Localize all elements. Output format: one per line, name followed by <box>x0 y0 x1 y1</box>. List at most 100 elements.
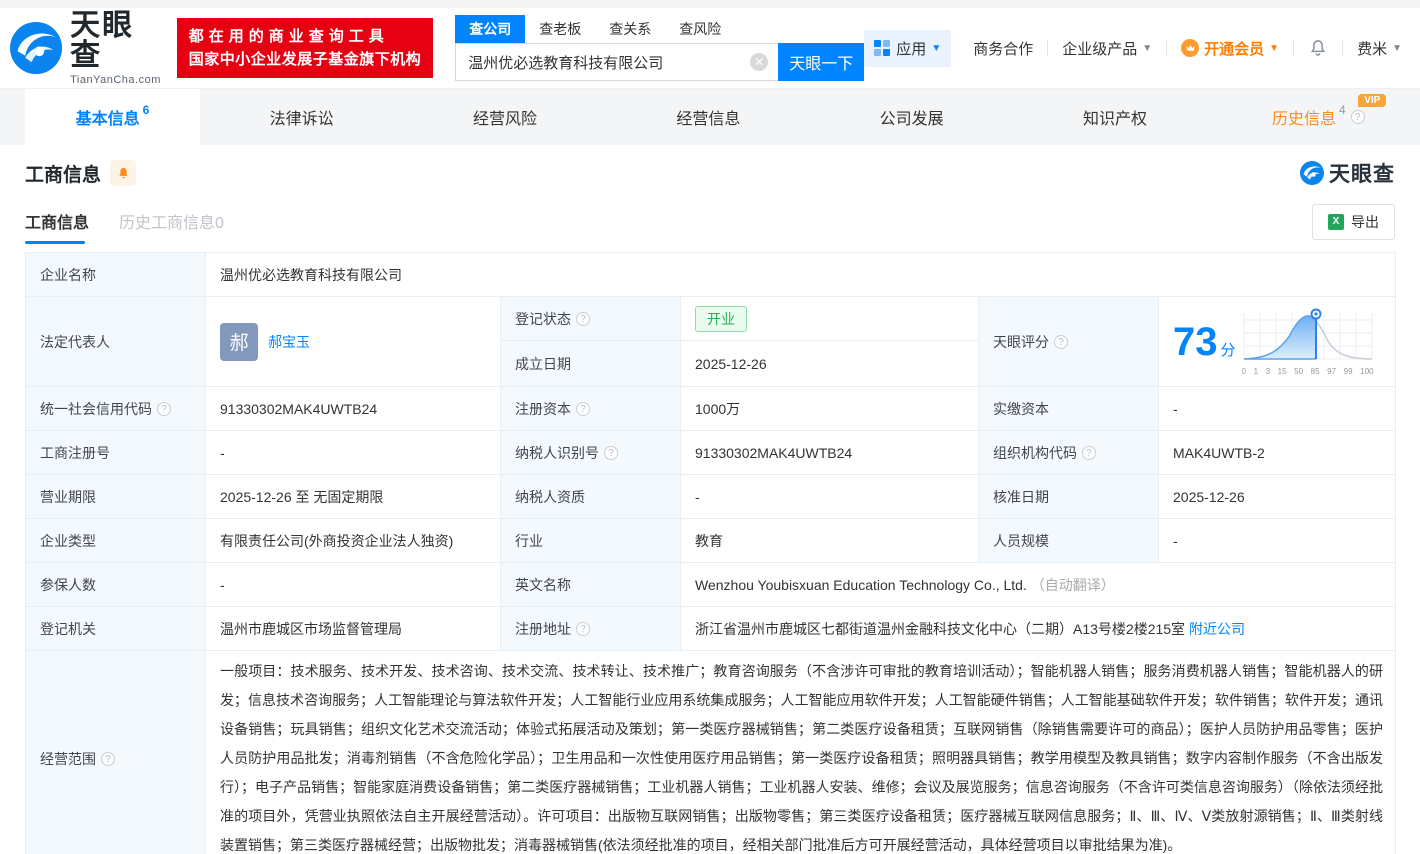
reg-authority-value: 温州市鹿城区市场监督管理局 <box>205 606 501 651</box>
taxpayer-quality-value: - <box>680 474 979 519</box>
tab-history-info[interactable]: VIP 历史信息 4 ? <box>1217 89 1420 145</box>
tab-history-info-count: 4 <box>1338 103 1346 117</box>
table-row: 法定代表人 郝 郝宝玉 登记状态? 开业 天眼评分? 73 分 0 1 3 15… <box>25 295 1397 387</box>
credit-code-label-text: 统一社会信用代码 <box>40 400 152 417</box>
business-cooperation-link[interactable]: 商务合作 <box>973 38 1033 59</box>
tab-operation-info[interactable]: 经营信息 <box>607 89 810 145</box>
legal-rep-avatar[interactable]: 郝 <box>220 322 258 361</box>
enterprise-products-menu[interactable]: 企业级产品 ▼ <box>1062 38 1152 59</box>
reg-address-label-text: 注册地址 <box>515 620 571 637</box>
vip-upgrade-label: 开通会员 <box>1204 40 1265 58</box>
legal-rep-cell: 郝 郝宝玉 <box>205 296 501 387</box>
apps-menu[interactable]: 应用 ▼ <box>864 29 952 67</box>
establish-date-label: 成立日期 <box>500 340 681 387</box>
help-question-icon[interactable]: ? <box>1054 334 1068 349</box>
score-axis-ticks: 0 1 3 15 50 85 97 99 100 <box>1241 367 1374 376</box>
paid-capital-value: - <box>1157 386 1397 431</box>
reg-address-value: 浙江省温州市鹿城区七都街道温州金融科技文化中心（二期）A13号楼2楼215室 附… <box>679 606 1397 651</box>
reg-status-label: 登记状态? <box>500 295 681 342</box>
promo-banner-line2: 国家中小企业发展子基金旗下机构 <box>188 51 422 68</box>
search-tab-boss[interactable]: 查老板 <box>525 15 595 43</box>
tianyancha-watermark: 天眼查 <box>1300 158 1395 188</box>
chevron-down-icon: ▼ <box>1142 42 1153 54</box>
establish-date-value: 2025-12-26 <box>680 340 979 387</box>
status-badge: 开业 <box>695 305 747 332</box>
reg-capital-label: 注册资本? <box>500 386 681 431</box>
tab-basic-info[interactable]: 基本信息 6 <box>25 89 200 145</box>
paid-capital-label: 实缴资本 <box>978 386 1159 431</box>
search-tab-company[interactable]: 查公司 <box>455 15 526 43</box>
scope-label-text: 经营范围 <box>40 750 96 767</box>
credit-code-label: 统一社会信用代码? <box>25 386 206 431</box>
main-content: 工商信息 天眼查 工商信息 历史工商信息0 X 导出 企业名称 温州优必选教育科… <box>0 158 1420 854</box>
reg-address-text: 浙江省温州市鹿城区七都街道温州金融科技文化中心（二期）A13号楼2楼215室 <box>695 620 1186 637</box>
business-cooperation-label: 商务合作 <box>973 40 1034 58</box>
menu-divider <box>1166 40 1168 56</box>
tab-company-development-label: 公司发展 <box>879 111 944 128</box>
subtab-business-info[interactable]: 工商信息 <box>25 209 89 244</box>
help-question-icon[interactable]: ? <box>1350 110 1365 124</box>
approval-date-value: 2025-12-26 <box>1157 474 1397 519</box>
menu-divider <box>1047 40 1049 56</box>
staff-size-value: - <box>1157 518 1397 563</box>
subscribe-bell-icon[interactable] <box>110 160 137 186</box>
table-row: 经营范围? 一般项目：技术服务、技术开发、技术咨询、技术交流、技术转让、技术推广… <box>25 650 1397 854</box>
tab-intellectual-property[interactable]: 知识产权 <box>1013 89 1216 145</box>
help-question-icon[interactable]: ? <box>576 401 590 416</box>
tab-operation-info-label: 经营信息 <box>676 111 741 128</box>
search-button[interactable]: 天眼一下 <box>778 43 865 81</box>
search-tab-relation[interactable]: 查关系 <box>595 15 665 43</box>
vip-upgrade-menu[interactable]: 开通会员 ▼ <box>1181 38 1279 59</box>
tab-company-development[interactable]: 公司发展 <box>810 89 1013 145</box>
org-code-label: 组织机构代码? <box>978 430 1159 475</box>
vip-badge: VIP <box>1358 94 1387 107</box>
score-distribution-chart: 0 1 3 15 50 85 97 99 100 <box>1242 307 1380 376</box>
site-header: 天眼查 TianYanCha.com 都在用的商业查询工具 国家中小企业发展子基… <box>0 8 1420 88</box>
nearby-companies-link[interactable]: 附近公司 <box>1189 621 1245 637</box>
help-question-icon[interactable]: ? <box>1082 445 1096 460</box>
watermark-text: 天眼查 <box>1329 163 1395 186</box>
excel-icon: X <box>1328 214 1344 230</box>
section-header: 工商信息 天眼查 <box>25 158 1395 188</box>
help-question-icon[interactable]: ? <box>101 751 115 766</box>
chevron-down-icon: ▼ <box>1392 42 1402 54</box>
help-question-icon[interactable]: ? <box>157 401 171 416</box>
search-input-wrap: ✕ <box>455 43 779 81</box>
reg-status-value: 开业 <box>680 295 979 342</box>
score-label-text: 天眼评分 <box>993 333 1049 350</box>
help-question-icon[interactable]: ? <box>604 445 618 460</box>
legal-rep-link[interactable]: 郝宝玉 <box>268 332 310 352</box>
score-cell[interactable]: 73 分 0 1 3 15 50 85 97 99 100 <box>1157 296 1397 387</box>
scope-label: 经营范围? <box>25 650 206 854</box>
top-strip <box>0 0 1420 8</box>
help-question-icon[interactable]: ? <box>576 621 590 636</box>
taxpayer-quality-label: 纳税人资质 <box>500 474 681 519</box>
business-term-label: 营业期限 <box>25 474 206 519</box>
tab-basic-info-count: 6 <box>142 103 150 117</box>
score-unit: 分 <box>1220 342 1236 359</box>
search-input[interactable] <box>455 43 779 81</box>
tab-intellectual-property-label: 知识产权 <box>1082 111 1147 128</box>
credit-code-value: 91330302MAK4UWTB24 <box>205 386 501 431</box>
export-button[interactable]: X 导出 <box>1312 204 1395 240</box>
table-row: 企业类型 有限责任公司(外商投资企业法人独资) 行业 教育 人员规模 - <box>25 518 1397 563</box>
reg-number-label: 工商注册号 <box>25 430 206 475</box>
tab-legal-proceedings[interactable]: 法律诉讼 <box>200 89 403 145</box>
tab-operation-risk[interactable]: 经营风险 <box>403 89 606 145</box>
menu-divider <box>1342 40 1344 56</box>
help-question-icon[interactable]: ? <box>576 311 590 326</box>
subtab-history-business-info[interactable]: 历史工商信息0 <box>119 209 224 244</box>
search-tab-risk[interactable]: 查风险 <box>665 15 735 43</box>
table-row: 统一社会信用代码? 91330302MAK4UWTB24 注册资本? 1000万… <box>25 386 1397 431</box>
staff-size-label: 人员规模 <box>978 518 1159 563</box>
user-menu[interactable]: 费米 ▼ <box>1357 38 1402 59</box>
chevron-down-icon: ▼ <box>1269 42 1280 54</box>
subtab-row: 工商信息 历史工商信息0 X 导出 <box>25 204 1395 244</box>
company-type-label: 企业类型 <box>25 518 206 563</box>
table-row: 工商注册号 - 纳税人识别号? 91330302MAK4UWTB24 组织机构代… <box>25 430 1397 475</box>
tianyancha-logo[interactable]: 天眼查 TianYanCha.com <box>10 10 163 86</box>
menu-divider <box>1293 40 1295 56</box>
legal-rep-label: 法定代表人 <box>25 296 206 387</box>
industry-label: 行业 <box>500 518 681 563</box>
notifications-bell-icon[interactable] <box>1308 38 1328 58</box>
